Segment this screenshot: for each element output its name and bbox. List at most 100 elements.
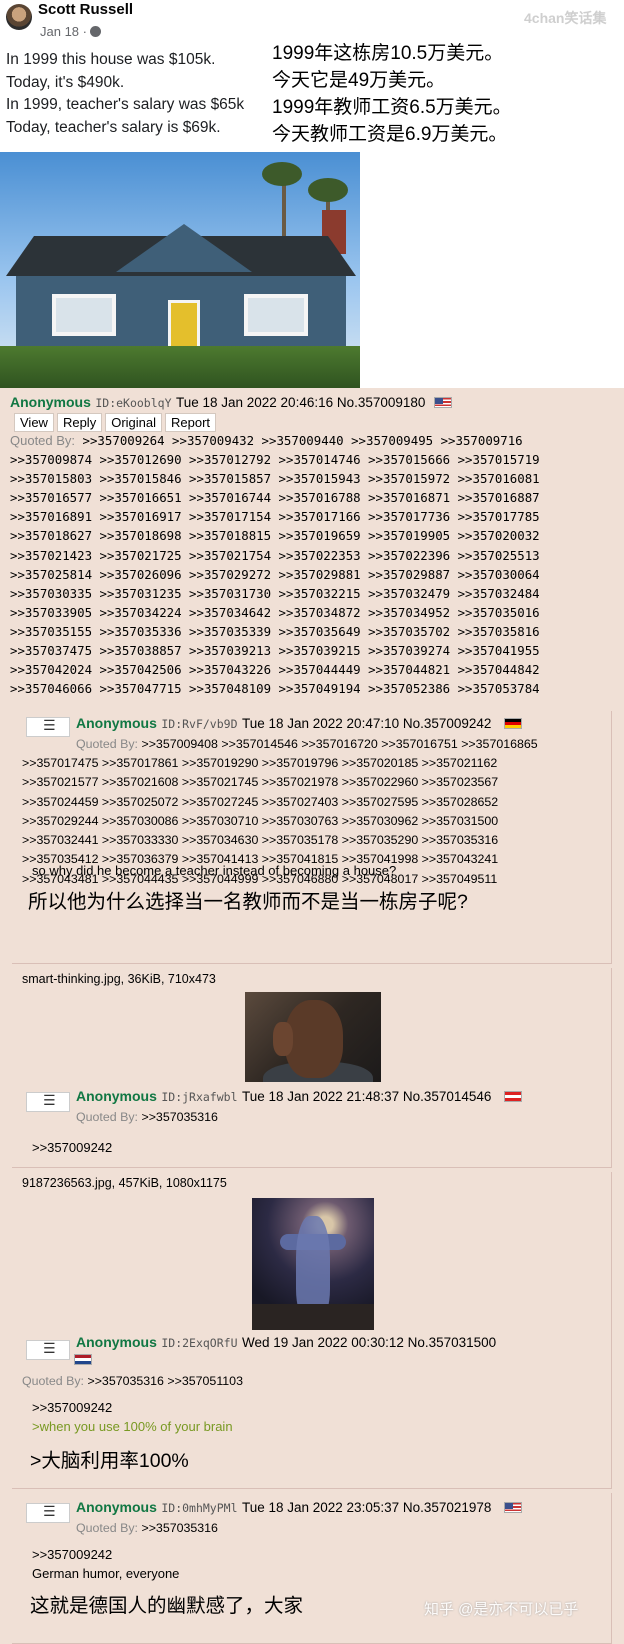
original-button[interactable]: Original [105,413,162,432]
quote-links[interactable]: >>357032441 >>357033330 >>357034630 >>35… [22,831,498,850]
lawn [0,346,360,388]
image-thumbnail[interactable] [252,1198,374,1330]
poster-name: Anonymous [76,1088,157,1104]
quote-links[interactable]: >>357024459 >>357025072 >>357027245 >>35… [22,793,498,812]
quote-links[interactable]: >>357017475 >>357017861 >>357019290 >>35… [22,754,498,773]
quote-links[interactable]: >>357009874 >>357012690 >>357012792 >>35… [10,450,620,469]
post-line: Today, teacher's salary is $69k. [6,118,221,136]
post-text: In 1999 this house was $105k. Today, it'… [6,49,244,139]
post-message[interactable]: >>357009242 [32,1138,112,1157]
quote-links[interactable]: >>357035316 [141,1521,218,1535]
post-translation: >大脑利用率100% [30,1450,189,1472]
file-info[interactable]: smart-thinking.jpg, 36KiB, 710x473 [22,972,216,986]
quoted-line: Quoted By: >>357009264 >>357009432 >>357… [10,431,620,450]
report-button[interactable]: Report [165,413,217,432]
poster-name: Anonymous [76,1499,157,1515]
quote-links[interactable]: >>357018627 >>357018698 >>357018815 >>35… [10,526,620,545]
post-message[interactable]: >>357009242 [32,1398,112,1417]
quote-links[interactable]: >>357016577 >>357016651 >>357016744 >>35… [10,488,620,507]
quote-links[interactable]: >>357035155 >>357035336 >>357035339 >>35… [10,622,620,641]
image-thumbnail[interactable] [245,992,381,1082]
file-info[interactable]: 9187236563.jpg, 457KiB, 1080x1175 [22,1176,227,1190]
quoted-label: Quoted By: [22,1374,84,1388]
poster-id[interactable]: ID:jRxafwbl [161,1090,237,1104]
quote-links[interactable]: >>357016891 >>357016917 >>357017154 >>35… [10,507,620,526]
post-header: Anonymous ID:RvF/vb9D Tue 18 Jan 2022 20… [76,715,522,733]
quote-links[interactable]: >>357021423 >>357021725 >>357021754 >>35… [10,546,620,565]
reply-post: Anonymous ID:0mhMyPMl Tue 18 Jan 2022 23… [12,1493,612,1644]
quote-links[interactable]: >>357042024 >>357042506 >>357043226 >>35… [10,660,620,679]
menu-icon[interactable] [26,717,70,737]
quote-links[interactable]: >>357035316 [141,1110,218,1124]
poster-id[interactable]: ID:2ExqORfU [161,1336,237,1350]
post-header: Anonymous ID:2ExqORfU Wed 19 Jan 2022 00… [76,1334,496,1352]
quoted-label: Quoted By: [10,433,76,448]
quote-links[interactable]: >>357030335 >>357031235 >>357031730 >>35… [10,584,620,603]
post-translation: 所以他为什么选择当一名教师而不是当一栋房子呢? [28,891,468,913]
quoted-by-list: Quoted By: >>357035316 >>357051103 [22,1372,243,1391]
globe-icon [89,26,101,37]
quote-links[interactable]: >>357025814 >>357026096 >>357029272 >>35… [10,565,620,584]
thumb-face [285,1000,343,1078]
quote-links[interactable]: >>357009264 >>357009432 >>357009440 >>35… [83,433,523,448]
thumb-hand [273,1022,293,1056]
quote-links[interactable]: >>357009408 >>357014546 >>357016720 >>35… [141,737,537,751]
quote-links[interactable]: >>357015803 >>357015846 >>357015857 >>35… [10,469,620,488]
post-translation: 这就是德国人的幽默感了，大家 [30,1595,304,1617]
palm-leaves [262,162,302,186]
poster-id[interactable]: ID:eKooblqY [95,396,171,410]
quoted-by-list: Quoted By: >>357035316 [76,1108,218,1127]
post-datetime[interactable]: Tue 18 Jan 2022 20:47:10 No.357009242 [242,716,491,731]
menu-icon[interactable] [26,1340,70,1360]
post-message[interactable]: >>357009242 [32,1545,112,1564]
post-date: Jan 18 · [40,24,101,39]
quoted-label: Quoted By: [76,1521,138,1535]
post-author: Scott Russell [38,1,134,18]
post-header: Anonymous ID:eKooblqY Tue 18 Jan 2022 20… [10,394,452,412]
quote-links[interactable]: >>357033905 >>357034224 >>357034642 >>35… [10,603,620,622]
op-post: Anonymous ID:eKooblqY Tue 18 Jan 2022 20… [0,388,624,711]
menu-icon[interactable] [26,1503,70,1523]
post-datetime[interactable]: Tue 18 Jan 2022 20:46:16 No.357009180 [176,395,425,410]
post-datetime[interactable]: Wed 19 Jan 2022 00:30:12 No.357031500 [242,1335,496,1350]
window [244,294,308,336]
translation-line: 今天它是49万美元。 [272,70,446,91]
menu-icon[interactable] [26,1092,70,1112]
reply-post: 9187236563.jpg, 457KiB, 1080x1175 Anonym… [12,1172,612,1489]
thumb-ground [252,1304,374,1330]
front-door [168,300,200,350]
chinese-translation: 1999年这栋房10.5万美元。 今天它是49万美元。 1999年教师工资6.5… [272,40,512,148]
quoted-label: Quoted By: [76,1110,138,1124]
reply-button[interactable]: Reply [56,413,103,432]
post-message: so why did he become a teacher instead o… [32,863,397,878]
translation-line: 1999年教师工资6.5万美元。 [272,97,512,118]
post-datetime[interactable]: Tue 18 Jan 2022 21:48:37 No.357014546 [242,1089,491,1104]
palm-leaves [308,178,348,202]
poster-id[interactable]: ID:RvF/vb9D [161,717,237,731]
window [52,294,116,336]
flag-nl-icon [74,1354,92,1365]
quote-links[interactable]: >>357046066 >>357047715 >>357048109 >>35… [10,679,620,698]
reply-post: Anonymous ID:RvF/vb9D Tue 18 Jan 2022 20… [12,711,612,964]
reply-post: smart-thinking.jpg, 36KiB, 710x473 Anony… [12,968,612,1168]
poster-name: Anonymous [10,394,91,410]
quoted-by-list: Quoted By: >>357009264 >>357009432 >>357… [10,431,620,698]
quote-links[interactable]: >>357035316 >>357051103 [87,1374,243,1388]
quote-links[interactable]: >>357037475 >>357038857 >>357039213 >>35… [10,641,620,660]
meme-image: Scott Russell Jan 18 · In 1999 this hous… [0,0,624,388]
flag-us-icon [503,1502,522,1513]
post-header: Anonymous ID:jRxafwbl Tue 18 Jan 2022 21… [76,1088,522,1106]
quoted-line: Quoted By: >>357009408 >>357014546 >>357… [76,735,538,754]
post-datetime[interactable]: Tue 18 Jan 2022 23:05:37 No.357021978 [242,1500,491,1515]
quoted-label: Quoted By: [76,737,138,751]
post-header: Anonymous ID:0mhMyPMl Tue 18 Jan 2022 23… [76,1499,522,1517]
flag-us-icon [433,397,452,408]
post-line: Today, it's $490k. [6,73,125,91]
view-button[interactable]: View [14,413,54,432]
quote-links[interactable]: >>357021577 >>357021608 >>357021745 >>35… [22,773,498,792]
poster-id[interactable]: ID:0mhMyPMl [161,1501,237,1515]
quote-links[interactable]: >>357029244 >>357030086 >>357030710 >>35… [22,812,498,831]
post-message-line: German humor, everyone [32,1566,180,1581]
footer-watermark: 知乎 @是亦不可以已乎 [424,1601,579,1618]
poster-name: Anonymous [76,1334,157,1350]
